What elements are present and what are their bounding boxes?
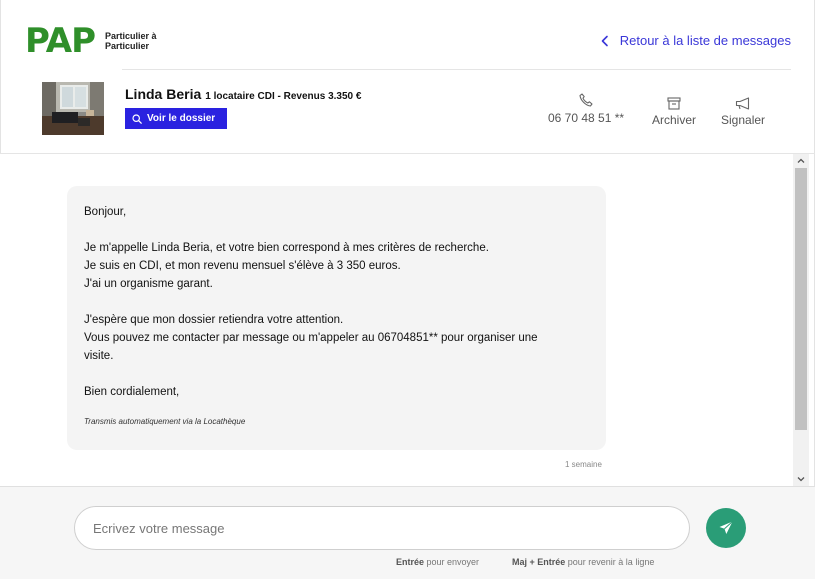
paper-plane-icon xyxy=(719,521,733,534)
message-line: J'espère que mon dossier retiendra votre… xyxy=(84,314,344,326)
hint-send-key: Entrée xyxy=(396,557,425,567)
message-timestamp: 1 semaine xyxy=(565,460,602,469)
view-dossier-label: Voir le dossier xyxy=(147,113,216,124)
megaphone-icon xyxy=(735,97,750,110)
report-action[interactable]: Signaler xyxy=(721,97,765,127)
composer: Entrée pour envoyer Maj + Entrée pour re… xyxy=(0,486,815,579)
phone-action[interactable]: 06 70 48 51 ** xyxy=(548,92,624,125)
back-link-label: Retour à la liste de messages xyxy=(619,33,791,48)
hint-newline-text: pour revenir à la ligne xyxy=(565,557,655,567)
message-input[interactable] xyxy=(74,506,690,550)
archive-label: Archiver xyxy=(652,113,697,127)
header: PAP Particulier à Particulier Retour à l… xyxy=(0,0,815,70)
message-line: Je m'appelle Linda Beria, et votre bien … xyxy=(84,242,489,254)
message-note: Transmis automatiquement via la Locathèq… xyxy=(84,417,246,426)
scroll-up-icon[interactable] xyxy=(797,157,805,165)
hint-newline: Maj + Entrée pour revenir à la ligne xyxy=(512,557,654,567)
contact-bar: Linda Beria 1 locataire CDI - Revenus 3.… xyxy=(0,70,815,154)
chevron-left-icon xyxy=(601,35,608,46)
message-body: Bonjour, Je m'appelle Linda Beria, et vot… xyxy=(84,203,589,401)
scrollbar[interactable] xyxy=(793,154,809,486)
pap-logo[interactable]: PAP Particulier à Particulier xyxy=(25,21,157,61)
message-line: J'ai un organisme garant. xyxy=(84,278,213,290)
contact-name-row: Linda Beria 1 locataire CDI - Revenus 3.… xyxy=(125,86,361,102)
hint-send-text: pour envoyer xyxy=(424,557,480,567)
scroll-down-icon[interactable] xyxy=(797,475,805,483)
message-thread[interactable]: Bonjour, Je m'appelle Linda Beria, et vot… xyxy=(0,154,793,486)
logo-tagline-line1: Particulier à xyxy=(105,31,157,41)
phone-number: 06 70 48 51 ** xyxy=(548,111,625,125)
message-line: Vous pouvez me contacter par message ou … xyxy=(84,332,538,344)
archive-icon xyxy=(667,97,681,110)
message-line: Bonjour, xyxy=(84,206,127,218)
property-photo[interactable] xyxy=(42,82,104,135)
logo-tagline-line2: Particulier xyxy=(105,41,150,51)
property-photo-image xyxy=(42,82,104,135)
logo-mark: PAP xyxy=(25,21,96,61)
back-to-messages-link[interactable]: Retour à la liste de messages xyxy=(599,33,791,48)
message-line: visite. xyxy=(84,350,114,362)
view-dossier-button[interactable]: Voir le dossier xyxy=(125,108,227,129)
report-label: Signaler xyxy=(721,113,766,127)
phone-icon xyxy=(579,93,593,107)
message-gap xyxy=(84,293,589,311)
message-bubble: Bonjour, Je m'appelle Linda Beria, et vot… xyxy=(67,186,606,450)
hint-newline-key: Maj + Entrée xyxy=(512,557,566,567)
message-gap xyxy=(84,365,589,383)
send-button[interactable] xyxy=(706,508,746,548)
contact-name: Linda Beria xyxy=(125,86,202,102)
archive-action[interactable]: Archiver xyxy=(652,97,696,127)
message-line: Bien cordialement, xyxy=(84,386,180,398)
contact-info: 1 locataire CDI - Revenus 3.350 € xyxy=(205,91,362,102)
scroll-thumb[interactable] xyxy=(795,168,807,430)
message-gap xyxy=(84,221,589,239)
search-icon xyxy=(132,113,142,124)
logo-tagline: Particulier à Particulier xyxy=(105,31,157,51)
message-line: Je suis en CDI, et mon revenu mensuel s'… xyxy=(84,260,401,272)
hint-send: Entrée pour envoyer xyxy=(396,557,479,567)
